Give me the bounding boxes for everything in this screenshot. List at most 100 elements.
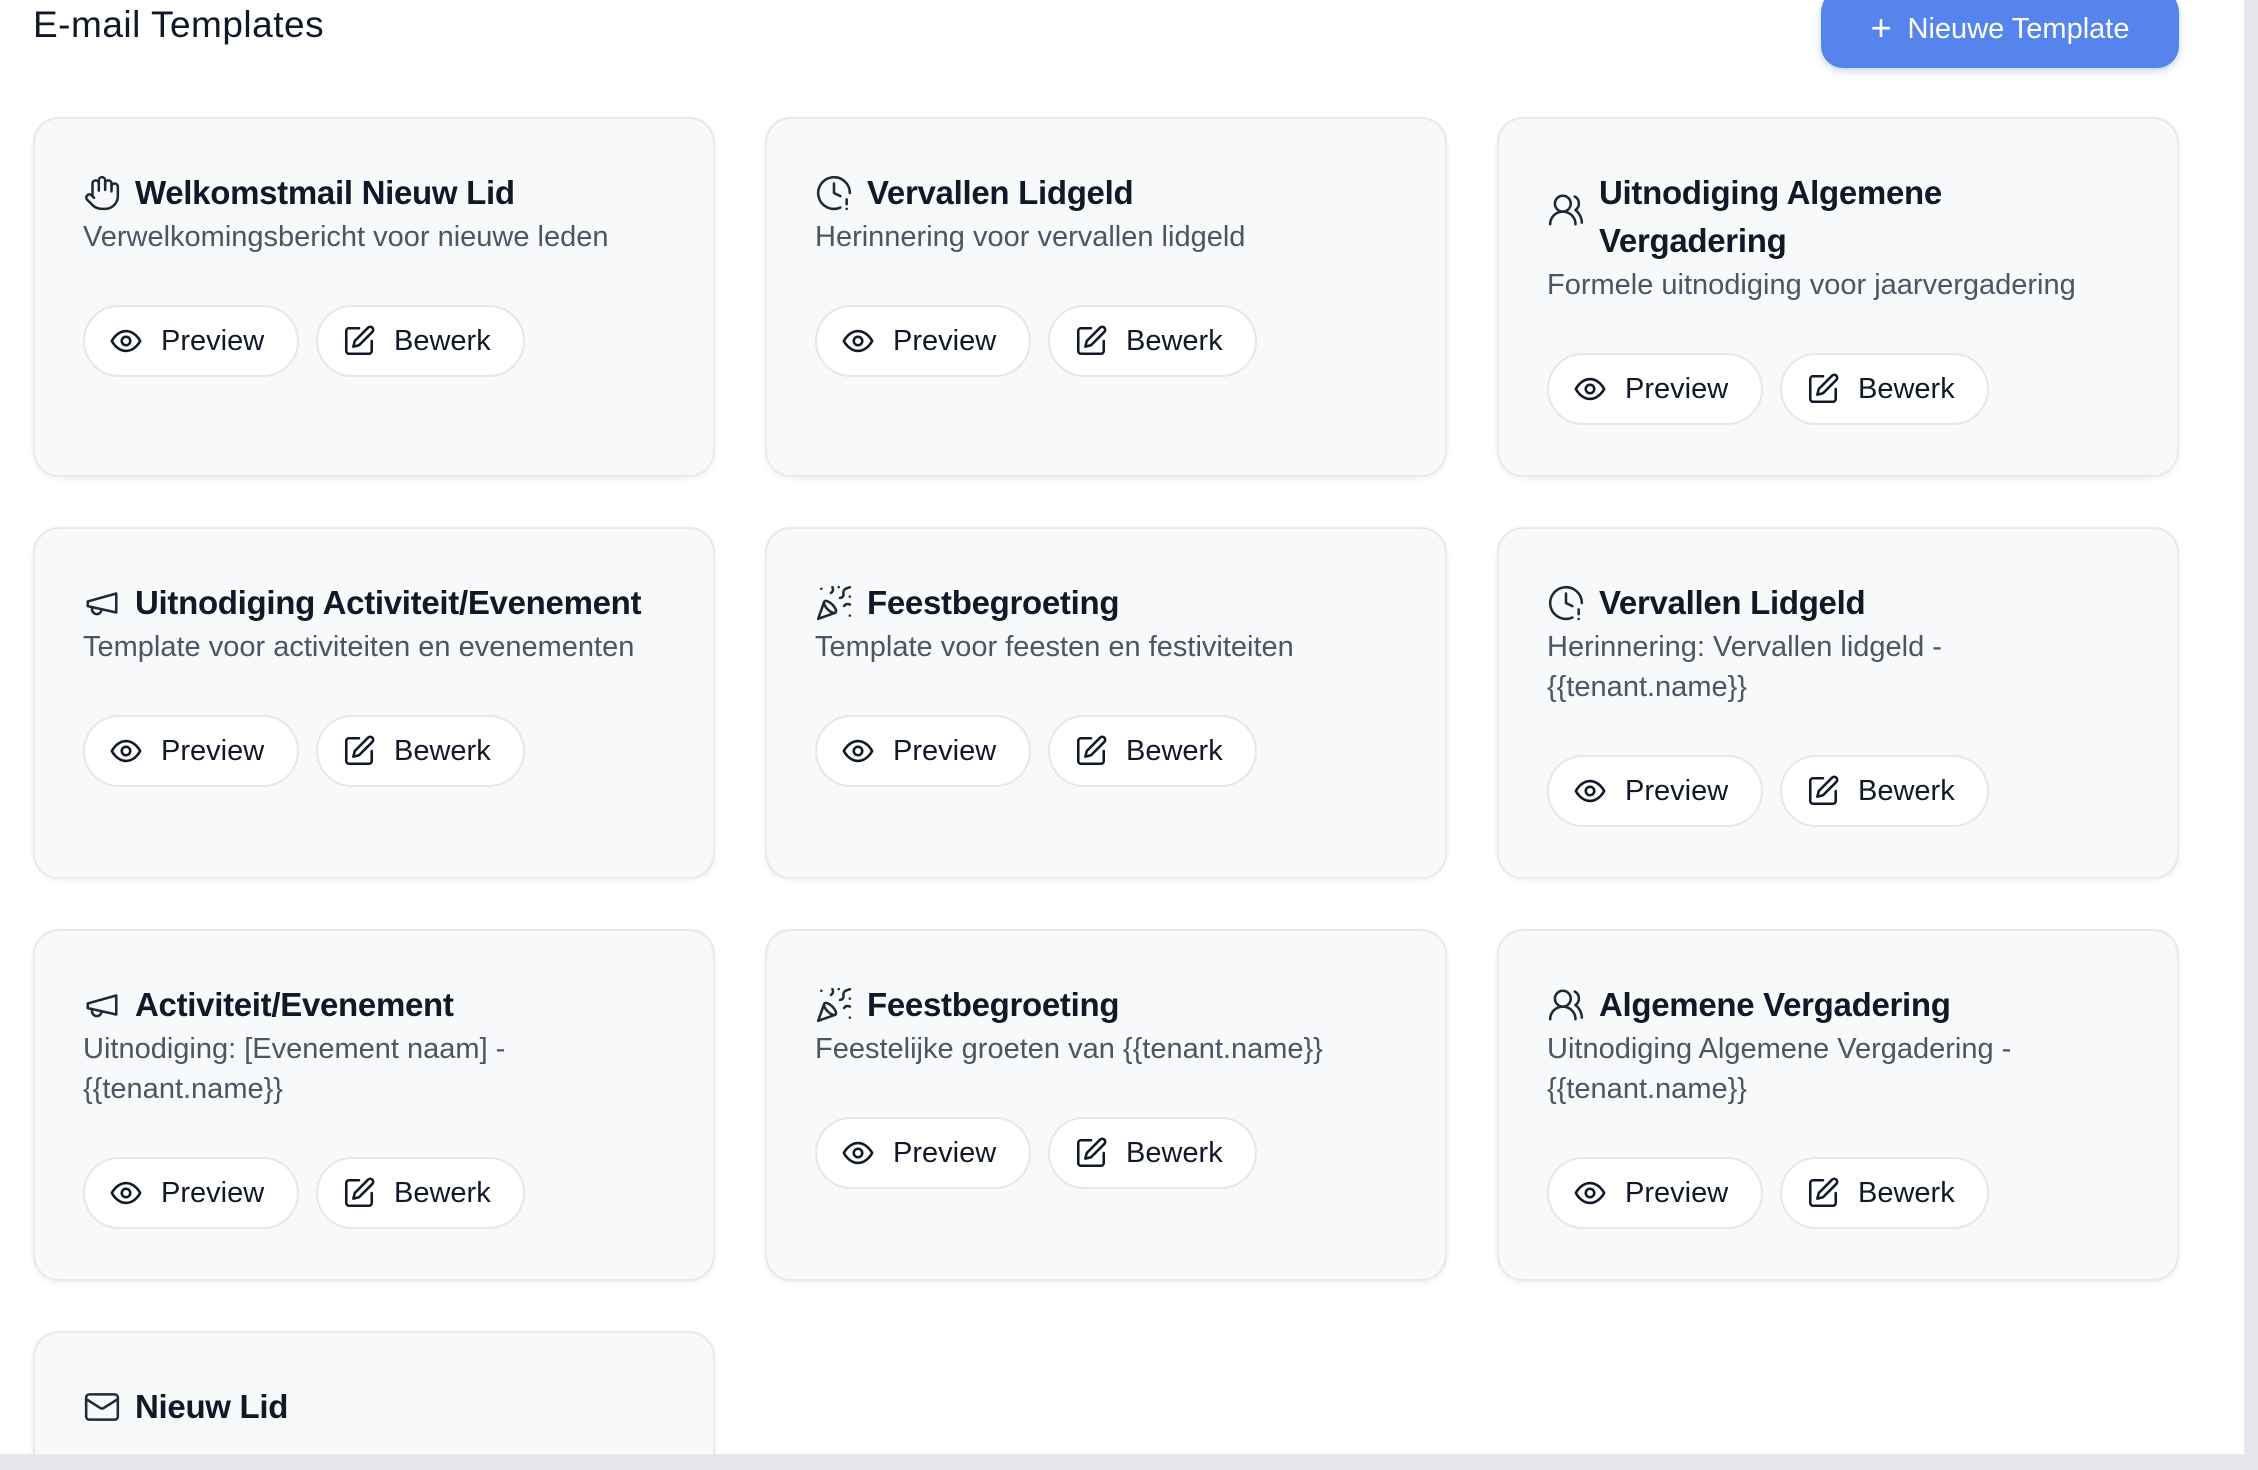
template-description: Template voor activiteiten en evenemente… — [83, 631, 635, 663]
waving-hand-icon — [83, 174, 121, 212]
template-title: Uitnodiging Activiteit/Evenement — [135, 584, 642, 621]
edit-label: Bewerk — [1126, 1136, 1223, 1169]
edit-icon — [1074, 1136, 1108, 1170]
preview-button[interactable]: Preview — [83, 305, 299, 377]
vertical-scrollbar[interactable] — [2244, 0, 2258, 1456]
template-title: Uitnodiging Algemene Vergadering — [1599, 174, 1942, 259]
edit-button[interactable]: Bewerk — [1780, 1157, 1989, 1229]
edit-button[interactable]: Bewerk — [1780, 755, 1989, 827]
users-icon — [1547, 986, 1585, 1024]
edit-button[interactable]: Bewerk — [316, 1157, 525, 1229]
template-card: Vervallen Lidgeld Herinnering: Vervallen… — [1497, 527, 2179, 879]
preview-button[interactable]: Preview — [815, 715, 1031, 787]
template-title: Vervallen Lidgeld — [867, 174, 1134, 211]
preview-button[interactable]: Preview — [1547, 755, 1763, 827]
row-spacer — [33, 477, 2179, 527]
megaphone-icon — [83, 986, 121, 1024]
preview-label: Preview — [893, 1136, 997, 1169]
clock-alert-icon — [1547, 584, 1585, 622]
eye-icon — [841, 734, 875, 768]
template-description: Herinnering voor vervallen lidgeld — [815, 221, 1246, 253]
eye-icon — [841, 324, 875, 358]
edit-label: Bewerk — [394, 734, 491, 767]
template-description: Template voor feesten en festiviteiten — [815, 631, 1294, 663]
edit-icon — [1806, 1176, 1840, 1210]
template-description: Uitnodiging Algemene Vergadering - {{ten… — [1547, 1033, 2012, 1105]
horizontal-scrollbar[interactable] — [0, 1454, 2258, 1470]
edit-button[interactable]: Bewerk — [1780, 353, 1989, 425]
template-title: Vervallen Lidgeld — [1599, 584, 1866, 621]
party-popper-icon — [815, 584, 853, 622]
preview-button[interactable]: Preview — [83, 1157, 299, 1229]
preview-label: Preview — [1625, 774, 1729, 807]
edit-button[interactable]: Bewerk — [316, 305, 525, 377]
template-card: Uitnodiging Activiteit/Evenement Templat… — [33, 527, 715, 879]
edit-label: Bewerk — [1858, 372, 1955, 405]
mail-icon — [83, 1388, 121, 1426]
eye-icon — [1573, 1176, 1607, 1210]
template-title: Algemene Vergadering — [1599, 986, 1951, 1023]
preview-label: Preview — [893, 734, 997, 767]
template-description: Verwelkomingsbericht voor nieuwe leden — [83, 221, 609, 253]
page-title: E-mail Templates — [33, 4, 325, 45]
edit-icon — [1806, 372, 1840, 406]
template-card: Nieuw Lid — [33, 1331, 715, 1470]
preview-label: Preview — [161, 324, 265, 357]
template-title: Activiteit/Evenement — [135, 986, 454, 1023]
edit-icon — [1806, 774, 1840, 808]
eye-icon — [109, 324, 143, 358]
edit-icon — [342, 734, 376, 768]
edit-icon — [342, 1176, 376, 1210]
eye-icon — [1573, 774, 1607, 808]
edit-label: Bewerk — [1858, 1176, 1955, 1209]
edit-label: Bewerk — [1126, 734, 1223, 767]
eye-icon — [109, 1176, 143, 1210]
preview-label: Preview — [161, 734, 265, 767]
edit-label: Bewerk — [1858, 774, 1955, 807]
template-card: Activiteit/Evenement Uitnodiging: [Evene… — [33, 929, 715, 1281]
template-title: Welkomstmail Nieuw Lid — [135, 174, 515, 211]
megaphone-icon — [83, 584, 121, 622]
preview-button[interactable]: Preview — [815, 305, 1031, 377]
preview-button[interactable]: Preview — [1547, 1157, 1763, 1229]
eye-icon — [109, 734, 143, 768]
preview-label: Preview — [1625, 1176, 1729, 1209]
template-card: Algemene Vergadering Uitnodiging Algemen… — [1497, 929, 2179, 1281]
edit-label: Bewerk — [1126, 324, 1223, 357]
preview-button[interactable]: Preview — [83, 715, 299, 787]
row-spacer — [33, 879, 2179, 929]
template-card: Feestbegroeting Template voor feesten en… — [765, 527, 1447, 879]
eye-icon — [841, 1136, 875, 1170]
preview-label: Preview — [893, 324, 997, 357]
template-title: Feestbegroeting — [867, 986, 1120, 1023]
template-card: Uitnodiging Algemene Vergadering Formele… — [1497, 117, 2179, 477]
edit-label: Bewerk — [394, 1176, 491, 1209]
edit-button[interactable]: Bewerk — [316, 715, 525, 787]
users-icon — [1547, 191, 1585, 229]
email-templates-page: E-mail Templates + Nieuwe Template Welko… — [0, 0, 2258, 1470]
edit-button[interactable]: Bewerk — [1048, 715, 1257, 787]
template-description: Herinnering: Vervallen lidgeld - {{tenan… — [1547, 631, 1942, 703]
plus-icon: + — [1870, 7, 1892, 48]
preview-button[interactable]: Preview — [815, 1117, 1031, 1189]
edit-icon — [342, 324, 376, 358]
edit-icon — [1074, 324, 1108, 358]
template-card: Feestbegroeting Feestelijke groeten van … — [765, 929, 1447, 1281]
eye-icon — [1573, 372, 1607, 406]
new-template-label: Nieuwe Template — [1907, 12, 2130, 45]
edit-button[interactable]: Bewerk — [1048, 1117, 1257, 1189]
row-spacer — [33, 1281, 2179, 1331]
edit-button[interactable]: Bewerk — [1048, 305, 1257, 377]
template-grid: Welkomstmail Nieuw Lid Verwelkomingsberi… — [33, 117, 2179, 1470]
preview-button[interactable]: Preview — [1547, 353, 1763, 425]
new-template-button[interactable]: + Nieuwe Template — [1821, 0, 2179, 68]
template-description: Feestelijke groeten van {{tenant.name}} — [815, 1033, 1323, 1065]
party-popper-icon — [815, 986, 853, 1024]
template-description: Uitnodiging: [Evenement naam] - {{tenant… — [83, 1033, 506, 1105]
preview-label: Preview — [1625, 372, 1729, 405]
template-card: Vervallen Lidgeld Herinnering voor verva… — [765, 117, 1447, 477]
edit-icon — [1074, 734, 1108, 768]
clock-alert-icon — [815, 174, 853, 212]
template-card: Welkomstmail Nieuw Lid Verwelkomingsberi… — [33, 117, 715, 477]
template-title: Nieuw Lid — [135, 1388, 289, 1425]
